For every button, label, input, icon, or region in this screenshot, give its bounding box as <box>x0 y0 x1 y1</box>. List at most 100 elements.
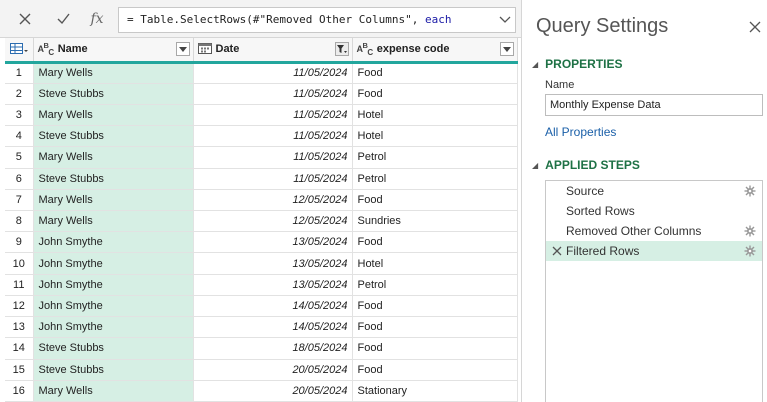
cancel-icon[interactable] <box>8 6 42 32</box>
cell-date[interactable]: 13/05/2024 <box>193 231 353 254</box>
column-header-expense-code[interactable]: ABC expense code <box>352 38 518 64</box>
cell-name[interactable]: Steve Stubbs <box>33 359 194 381</box>
row-index[interactable]: 14 <box>5 337 34 360</box>
cell-expense-code[interactable]: Hotel <box>352 104 518 127</box>
cell-date[interactable]: 20/05/2024 <box>193 380 353 402</box>
cell-name[interactable]: Mary Wells <box>33 380 194 402</box>
row-index[interactable]: 7 <box>5 189 34 212</box>
cell-expense-code[interactable]: Food <box>352 62 518 84</box>
row-index[interactable]: 12 <box>5 295 34 318</box>
delete-step-icon[interactable] <box>551 245 563 257</box>
row-index[interactable]: 11 <box>5 274 34 296</box>
table-menu-icon[interactable] <box>9 38 29 61</box>
table-row[interactable]: 2 Steve Stubbs 11/05/2024 Food <box>5 83 518 105</box>
cell-date[interactable]: 12/05/2024 <box>193 210 353 233</box>
cell-name[interactable]: John Smythe <box>33 252 194 275</box>
table-menu-header[interactable] <box>5 38 34 64</box>
row-index[interactable]: 3 <box>5 104 34 127</box>
chevron-down-icon[interactable] <box>497 12 513 28</box>
cell-expense-code[interactable]: Food <box>352 337 518 360</box>
cell-expense-code[interactable]: Petrol <box>352 146 518 169</box>
cell-name[interactable]: John Smythe <box>33 274 194 296</box>
cell-name[interactable]: Mary Wells <box>33 189 194 212</box>
column-header-date[interactable]: Date <box>193 38 353 64</box>
applied-step[interactable]: Sorted Rows <box>546 201 762 221</box>
row-index[interactable]: 13 <box>5 316 34 339</box>
cell-name[interactable]: Mary Wells <box>33 210 194 233</box>
row-index[interactable]: 8 <box>5 210 34 233</box>
row-index[interactable]: 9 <box>5 231 34 254</box>
gear-icon[interactable] <box>744 185 756 197</box>
cell-date[interactable]: 11/05/2024 <box>193 125 353 148</box>
cell-expense-code[interactable]: Petrol <box>352 168 518 190</box>
cell-expense-code[interactable]: Food <box>352 295 518 318</box>
cell-expense-code[interactable]: Food <box>352 83 518 105</box>
cell-date[interactable]: 11/05/2024 <box>193 83 353 105</box>
table-row[interactable]: 4 Steve Stubbs 11/05/2024 Hotel <box>5 125 518 148</box>
row-index[interactable]: 4 <box>5 125 34 148</box>
cell-name[interactable]: John Smythe <box>33 316 194 339</box>
cell-expense-code[interactable]: Food <box>352 231 518 254</box>
row-index[interactable]: 6 <box>5 168 34 190</box>
table-row[interactable]: 8 Mary Wells 12/05/2024 Sundries <box>5 210 518 233</box>
applied-step[interactable]: Filtered Rows <box>546 241 762 261</box>
row-index[interactable]: 5 <box>5 146 34 169</box>
cell-date[interactable]: 11/05/2024 <box>193 168 353 190</box>
column-header-name[interactable]: ABC Name <box>33 38 194 64</box>
table-row[interactable]: 15 Steve Stubbs 20/05/2024 Food <box>5 359 518 381</box>
cell-name[interactable]: John Smythe <box>33 295 194 318</box>
cell-date[interactable]: 13/05/2024 <box>193 252 353 275</box>
cell-name[interactable]: Steve Stubbs <box>33 125 194 148</box>
filter-active-icon[interactable] <box>334 42 349 56</box>
cell-date[interactable]: 11/05/2024 <box>193 104 353 127</box>
cell-expense-code[interactable]: Food <box>352 359 518 381</box>
table-row[interactable]: 6 Steve Stubbs 11/05/2024 Petrol <box>5 168 518 190</box>
row-index[interactable]: 10 <box>5 252 34 275</box>
gear-icon[interactable] <box>744 225 756 237</box>
formula-input[interactable]: = Table.SelectRows(#"Removed Other Colum… <box>118 7 516 33</box>
table-row[interactable]: 12 John Smythe 14/05/2024 Food <box>5 295 518 318</box>
fx-icon[interactable]: fx <box>80 6 114 32</box>
cell-date[interactable]: 11/05/2024 <box>193 146 353 169</box>
collapse-triangle-icon[interactable]: ◢ <box>532 60 538 69</box>
gear-icon[interactable] <box>744 245 756 257</box>
cell-name[interactable]: Mary Wells <box>33 62 194 84</box>
row-index[interactable]: 2 <box>5 83 34 105</box>
cell-expense-code[interactable]: Food <box>352 316 518 339</box>
applied-steps-section-toggle[interactable]: ◢ APPLIED STEPS <box>532 158 640 172</box>
table-row[interactable]: 14 Steve Stubbs 18/05/2024 Food <box>5 337 518 360</box>
date-type-icon[interactable] <box>197 42 212 56</box>
cell-expense-code[interactable]: Food <box>352 189 518 212</box>
cell-expense-code[interactable]: Hotel <box>352 125 518 148</box>
cell-expense-code[interactable]: Hotel <box>352 252 518 275</box>
table-row[interactable]: 13 John Smythe 14/05/2024 Food <box>5 316 518 339</box>
properties-section-toggle[interactable]: ◢ PROPERTIES <box>532 57 623 71</box>
text-type-icon[interactable]: ABC <box>38 41 55 57</box>
cell-date[interactable]: 12/05/2024 <box>193 189 353 212</box>
table-row[interactable]: 11 John Smythe 13/05/2024 Petrol <box>5 274 518 296</box>
query-name-input[interactable] <box>545 94 763 116</box>
cell-name[interactable]: Mary Wells <box>33 104 194 127</box>
row-index[interactable]: 1 <box>5 62 34 84</box>
table-row[interactable]: 3 Mary Wells 11/05/2024 Hotel <box>5 104 518 127</box>
cell-name[interactable]: John Smythe <box>33 231 194 254</box>
commit-check-icon[interactable] <box>46 6 80 32</box>
filter-dropdown-icon[interactable] <box>499 42 514 56</box>
cell-date[interactable]: 11/05/2024 <box>193 62 353 84</box>
cell-name[interactable]: Steve Stubbs <box>33 83 194 105</box>
cell-date[interactable]: 14/05/2024 <box>193 316 353 339</box>
table-row[interactable]: 7 Mary Wells 12/05/2024 Food <box>5 189 518 212</box>
collapse-triangle-icon[interactable]: ◢ <box>532 161 538 170</box>
cell-expense-code[interactable]: Sundries <box>352 210 518 233</box>
table-row[interactable]: 5 Mary Wells 11/05/2024 Petrol <box>5 146 518 169</box>
table-row[interactable]: 1 Mary Wells 11/05/2024 Food <box>5 62 518 84</box>
cell-date[interactable]: 13/05/2024 <box>193 274 353 296</box>
table-row[interactable]: 10 John Smythe 13/05/2024 Hotel <box>5 252 518 275</box>
cell-name[interactable]: Steve Stubbs <box>33 168 194 190</box>
cell-date[interactable]: 14/05/2024 <box>193 295 353 318</box>
row-index[interactable]: 16 <box>5 380 34 402</box>
cell-expense-code[interactable]: Petrol <box>352 274 518 296</box>
table-row[interactable]: 9 John Smythe 13/05/2024 Food <box>5 231 518 254</box>
row-index[interactable]: 15 <box>5 359 34 381</box>
applied-step[interactable]: Source <box>546 181 762 201</box>
